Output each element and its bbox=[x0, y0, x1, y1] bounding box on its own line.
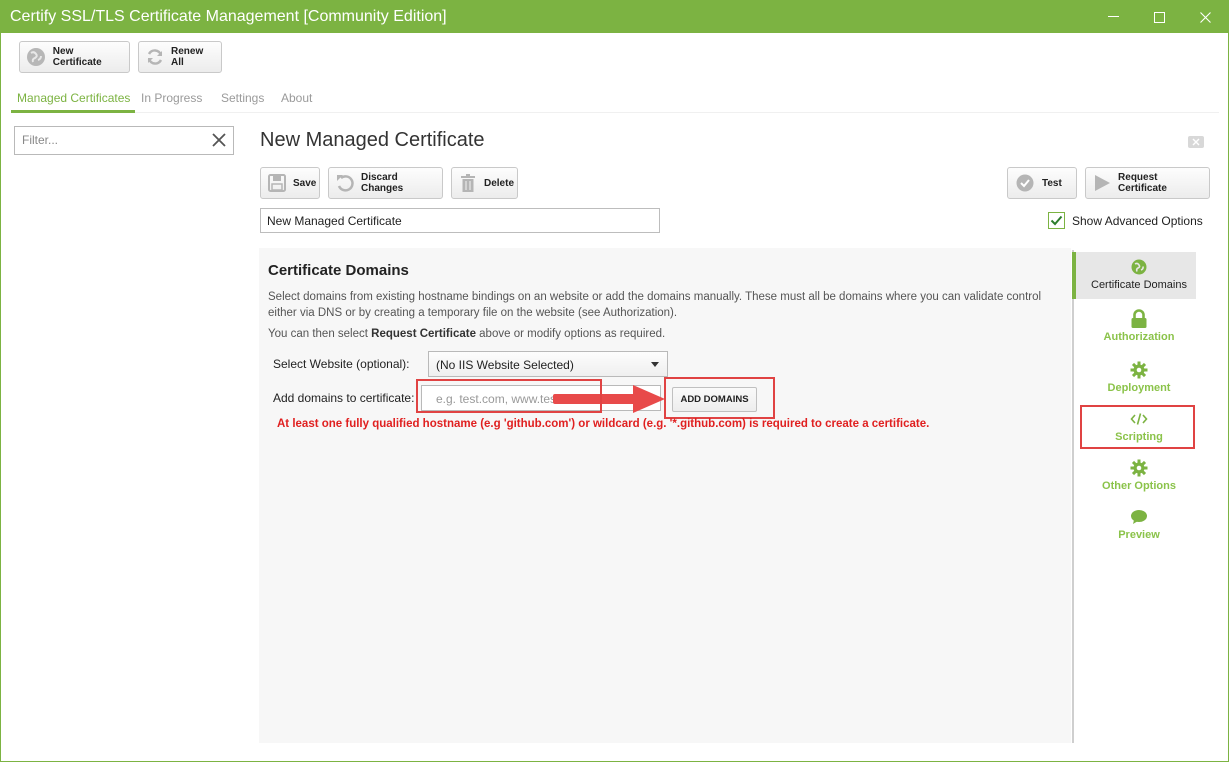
side-nav-label: Other Options bbox=[1102, 480, 1176, 492]
globe-icon bbox=[26, 46, 47, 68]
show-advanced-label: Show Advanced Options bbox=[1072, 213, 1203, 228]
add-domains-label: Add domains to certificate: bbox=[273, 391, 415, 405]
discard-changes-label: Discard Changes bbox=[361, 172, 404, 194]
side-nav-label: Deployment bbox=[1107, 382, 1171, 394]
select-website-value: (No IIS Website Selected) bbox=[436, 358, 574, 372]
lock-icon bbox=[1130, 309, 1148, 328]
delete-label: Delete bbox=[484, 177, 515, 189]
title-bar: Certify SSL/TLS Certificate Management [… bbox=[1, 1, 1228, 33]
tabs-divider bbox=[11, 112, 1219, 113]
discard-changes-button[interactable]: Discard Changes bbox=[328, 167, 443, 199]
new-certificate-button[interactable]: New Certificate bbox=[19, 41, 130, 73]
renew-all-button[interactable]: Renew All bbox=[138, 41, 222, 73]
certificate-domains-panel bbox=[259, 248, 1071, 743]
section-hint: You can then select Request Certificate … bbox=[268, 328, 665, 340]
side-nav-authorization[interactable]: Authorization bbox=[1076, 305, 1202, 351]
side-nav-label: Preview bbox=[1118, 529, 1160, 541]
delete-button[interactable]: Delete bbox=[451, 167, 518, 199]
new-certificate-label: New Certificate bbox=[52, 46, 102, 68]
checkmark-icon bbox=[1050, 215, 1063, 226]
section-description: Select domains from existing hostname bi… bbox=[268, 291, 1042, 319]
validation-error: At least one fully qualified hostname (e… bbox=[277, 418, 930, 430]
highlight-add-button bbox=[664, 377, 775, 419]
filter-placeholder: Filter... bbox=[22, 133, 59, 147]
select-website-label: Select Website (optional): bbox=[273, 357, 410, 371]
trash-icon bbox=[458, 172, 478, 194]
play-icon bbox=[1092, 172, 1112, 194]
maximize-button[interactable] bbox=[1136, 1, 1182, 33]
section-title: Certificate Domains bbox=[268, 262, 409, 279]
chevron-down-icon bbox=[651, 362, 659, 367]
side-nav-other-options[interactable]: Other Options bbox=[1076, 454, 1202, 500]
request-certificate-button[interactable]: Request Certificate bbox=[1085, 167, 1210, 199]
select-website-dropdown[interactable]: (No IIS Website Selected) bbox=[428, 351, 668, 377]
highlight-scripting-nav bbox=[1080, 405, 1195, 449]
save-button[interactable]: Save bbox=[260, 167, 320, 199]
close-icon bbox=[212, 133, 226, 147]
window-title: Certify SSL/TLS Certificate Management [… bbox=[10, 8, 447, 25]
close-icon bbox=[1192, 138, 1200, 146]
hint-prefix: You can then select bbox=[268, 328, 372, 340]
test-button[interactable]: Test bbox=[1007, 167, 1077, 199]
request-certificate-label: Request Certificate bbox=[1118, 172, 1167, 194]
tab-in-progress[interactable]: In Progress bbox=[141, 91, 202, 105]
filter-input[interactable]: Filter... bbox=[14, 126, 234, 155]
side-nav-deployment[interactable]: Deployment bbox=[1076, 356, 1202, 402]
managed-certificates-list bbox=[14, 155, 234, 749]
globe-icon bbox=[1131, 258, 1147, 276]
refresh-icon bbox=[145, 46, 165, 68]
side-nav-divider bbox=[1072, 250, 1074, 743]
minimize-icon bbox=[1107, 16, 1119, 17]
renew-all-label: Renew All bbox=[171, 46, 204, 68]
close-button[interactable] bbox=[1182, 1, 1228, 33]
side-nav-certificate-domains[interactable]: Certificate Domains bbox=[1076, 253, 1202, 299]
maximize-icon bbox=[1153, 11, 1165, 23]
side-nav-label: Certificate Domains bbox=[1091, 279, 1187, 291]
hint-bold: Request Certificate bbox=[371, 328, 476, 340]
save-icon bbox=[267, 172, 287, 194]
certificate-name-input[interactable]: New Managed Certificate bbox=[260, 208, 660, 233]
save-label: Save bbox=[293, 177, 317, 189]
comment-icon bbox=[1130, 508, 1148, 526]
app-window: Certify SSL/TLS Certificate Management [… bbox=[0, 0, 1229, 762]
close-editor-button[interactable] bbox=[1188, 136, 1204, 148]
check-circle-icon bbox=[1014, 172, 1036, 194]
side-nav-label: Authorization bbox=[1103, 331, 1175, 343]
undo-icon bbox=[335, 172, 355, 194]
hint-suffix: above or modify options as required. bbox=[475, 328, 666, 340]
close-icon bbox=[1199, 11, 1211, 23]
page-title: New Managed Certificate bbox=[260, 129, 485, 151]
tab-settings[interactable]: Settings bbox=[221, 91, 264, 105]
show-advanced-checkbox[interactable] bbox=[1048, 212, 1065, 229]
gear-icon bbox=[1130, 459, 1148, 477]
gear-icon bbox=[1130, 361, 1148, 379]
minimize-button[interactable] bbox=[1090, 1, 1136, 33]
show-advanced-options[interactable]: Show Advanced Options bbox=[1048, 212, 1203, 229]
tab-managed-certificates[interactable]: Managed Certificates bbox=[17, 91, 130, 105]
clear-filter-button[interactable] bbox=[210, 131, 228, 152]
highlight-domain-input bbox=[416, 379, 602, 413]
tab-about[interactable]: About bbox=[281, 91, 312, 105]
active-tab-indicator bbox=[11, 110, 135, 113]
test-label: Test bbox=[1042, 177, 1062, 189]
side-nav-preview[interactable]: Preview bbox=[1076, 503, 1202, 549]
